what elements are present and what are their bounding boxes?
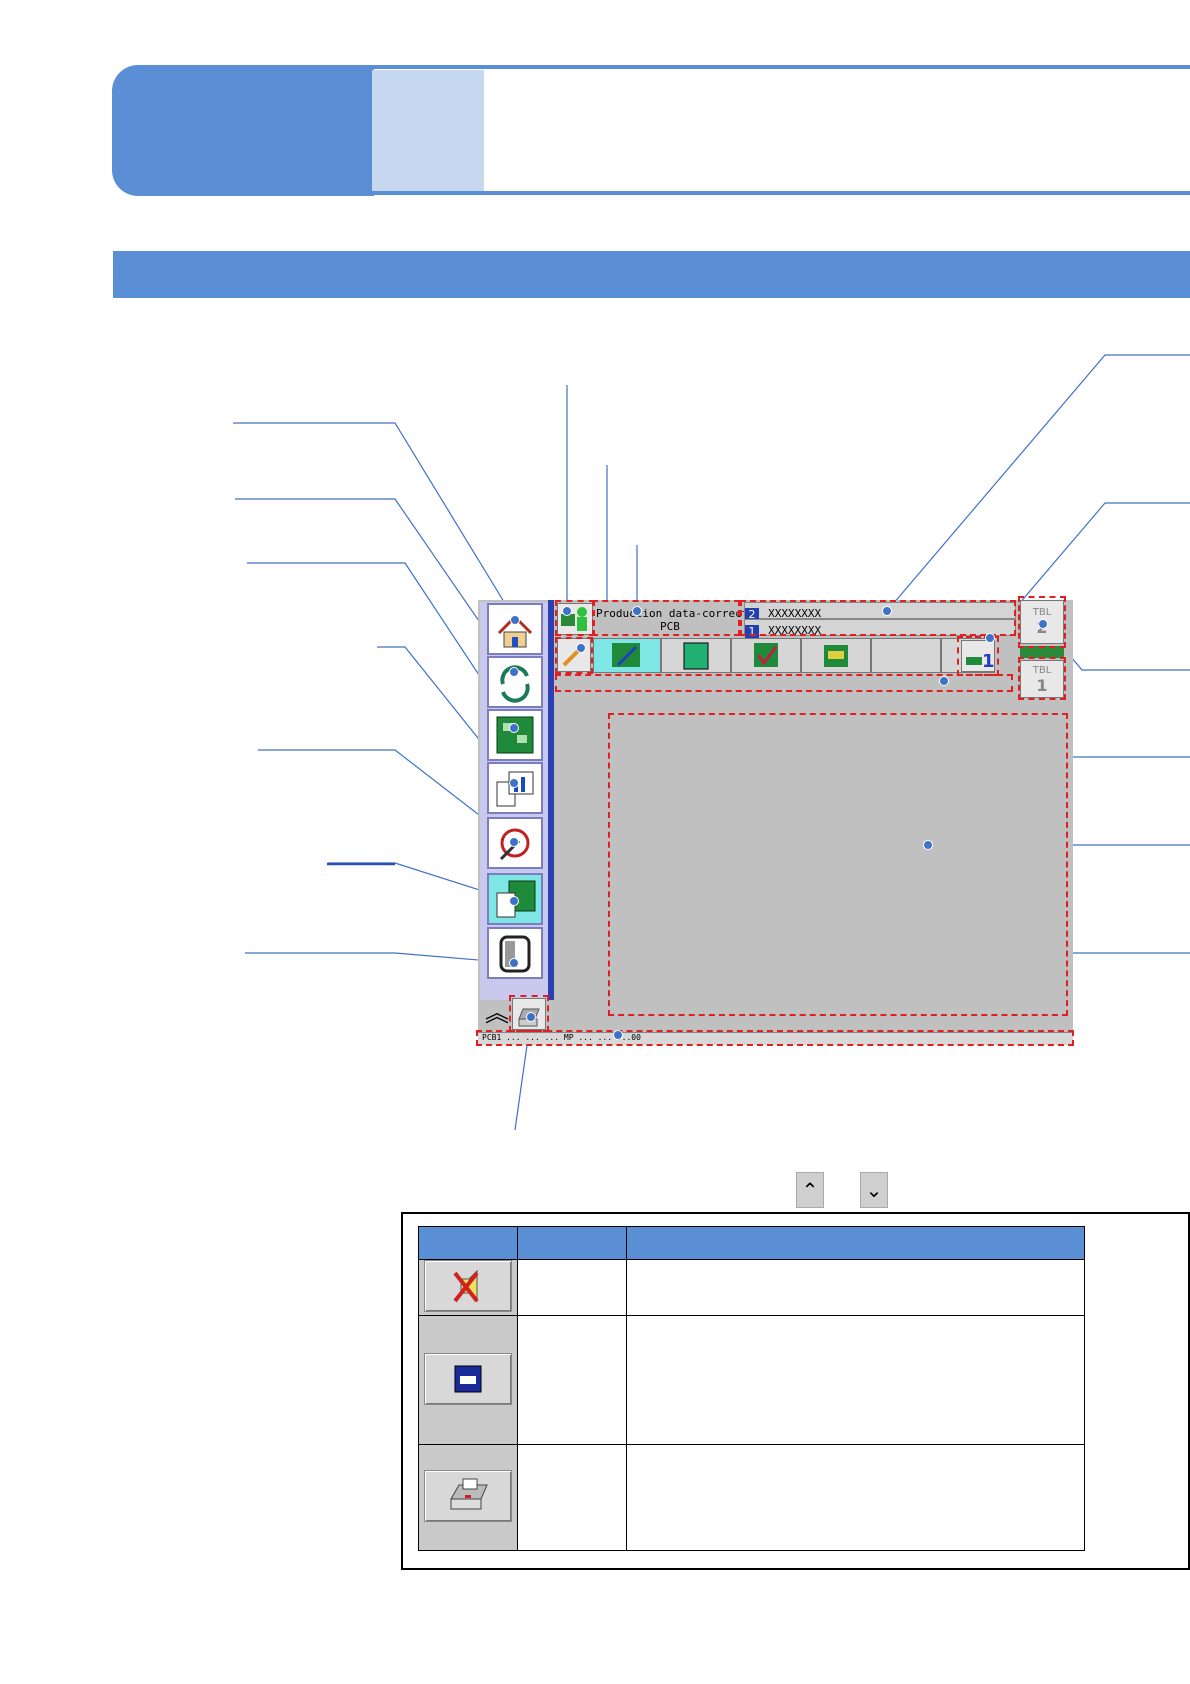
callout-lanes bbox=[740, 600, 1016, 636]
name-cell bbox=[517, 1315, 627, 1445]
pcb-edit-icon bbox=[612, 643, 640, 667]
name-cell bbox=[517, 1444, 627, 1551]
description-cell bbox=[626, 1315, 1085, 1445]
printer-icon bbox=[450, 1478, 488, 1510]
table-row bbox=[418, 1259, 1085, 1316]
board-icon bbox=[683, 642, 709, 670]
chip-icon bbox=[454, 1365, 482, 1392]
callout-dot bbox=[632, 606, 642, 616]
callout-dot bbox=[1038, 619, 1048, 629]
callout-dot bbox=[985, 633, 995, 643]
callout-dot bbox=[509, 667, 519, 677]
legend-table bbox=[418, 1226, 1085, 1551]
callout-operator bbox=[555, 600, 595, 636]
buzzer-off-button[interactable] bbox=[424, 1260, 512, 1312]
callout-title bbox=[592, 600, 740, 636]
check-pcb-icon bbox=[754, 643, 778, 667]
name-cell bbox=[517, 1259, 627, 1316]
callout-table-1 bbox=[1018, 657, 1066, 700]
chevron-up-icon[interactable]: ︽ bbox=[482, 995, 512, 1031]
callout-dot bbox=[509, 778, 519, 788]
chip-button[interactable] bbox=[424, 1352, 512, 1405]
description-cell bbox=[626, 1444, 1085, 1551]
pcb-data-button[interactable] bbox=[487, 709, 543, 761]
callout-dot bbox=[509, 896, 519, 906]
menu-divider bbox=[548, 600, 554, 1000]
tab-empty[interactable] bbox=[871, 638, 941, 673]
icon-cell bbox=[418, 1315, 518, 1445]
table-row bbox=[418, 1444, 1085, 1551]
header-description bbox=[626, 1226, 1085, 1260]
table-header-row bbox=[418, 1226, 1085, 1260]
callout-dot bbox=[613, 1030, 623, 1040]
callout-work-area bbox=[608, 713, 1068, 1016]
callout-edit bbox=[555, 637, 593, 674]
callout-dot bbox=[576, 643, 586, 653]
scroll-up-button[interactable]: ⌃ bbox=[796, 1172, 824, 1208]
icon-cell bbox=[418, 1259, 518, 1316]
home-button[interactable] bbox=[487, 603, 543, 655]
callout-dot bbox=[882, 606, 892, 616]
table-row bbox=[418, 1315, 1085, 1445]
buzzer-off-icon bbox=[453, 1269, 479, 1303]
changeover-icon bbox=[500, 665, 530, 703]
tab-pcb-edit[interactable] bbox=[593, 638, 661, 673]
header-name bbox=[517, 1226, 627, 1260]
callout-dot bbox=[509, 837, 519, 847]
transfer-pcb-icon bbox=[824, 645, 848, 667]
tab-board[interactable] bbox=[661, 638, 731, 673]
report-button[interactable] bbox=[487, 762, 543, 814]
home-icon bbox=[497, 614, 533, 648]
print-table-button[interactable] bbox=[424, 1470, 512, 1522]
callout-dot bbox=[510, 615, 520, 625]
callout-dot bbox=[526, 1012, 536, 1022]
feeder-reel-icon bbox=[499, 935, 531, 973]
callout-dot bbox=[509, 723, 519, 733]
report-chart-icon bbox=[496, 771, 534, 807]
callout-dot bbox=[923, 840, 933, 850]
header-icon bbox=[418, 1226, 518, 1260]
description-cell bbox=[626, 1259, 1085, 1316]
pcb-icon bbox=[496, 716, 534, 754]
callout-dot bbox=[562, 606, 572, 616]
icon-cell bbox=[418, 1444, 518, 1551]
callout-dot bbox=[509, 958, 519, 968]
tab-transfer[interactable] bbox=[801, 638, 871, 673]
scroll-down-button[interactable]: ⌄ bbox=[860, 1172, 888, 1208]
feeder-button[interactable] bbox=[487, 927, 543, 979]
callout-status-bar bbox=[476, 1030, 1074, 1046]
tab-check[interactable] bbox=[731, 638, 801, 673]
callout-dot bbox=[939, 676, 949, 686]
changeover-button[interactable] bbox=[487, 656, 543, 708]
